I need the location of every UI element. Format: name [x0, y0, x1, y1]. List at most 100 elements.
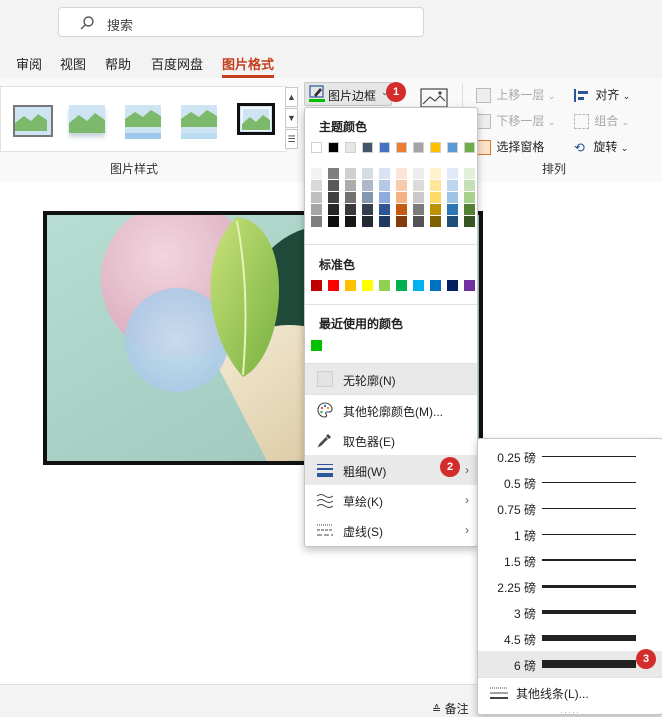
standard-color-swatch[interactable]	[311, 280, 322, 291]
theme-shade-swatch[interactable]	[413, 168, 424, 179]
send-backward-button[interactable]: 下移一层 ⌄	[476, 112, 555, 130]
theme-shade-swatch[interactable]	[447, 204, 458, 215]
weight-option[interactable]: 6 磅	[478, 651, 662, 677]
theme-shade-swatch[interactable]	[311, 216, 322, 227]
theme-shade-swatch[interactable]	[379, 180, 390, 191]
theme-shade-swatch[interactable]	[328, 168, 339, 179]
standard-color-swatch[interactable]	[464, 280, 475, 291]
theme-shade-swatch[interactable]	[430, 204, 441, 215]
theme-shade-swatch[interactable]	[430, 216, 441, 227]
theme-shade-swatch[interactable]	[362, 192, 373, 203]
weight-option[interactable]: 1 磅	[478, 521, 662, 547]
theme-shade-swatch[interactable]	[328, 192, 339, 203]
standard-color-swatch[interactable]	[413, 280, 424, 291]
theme-color-swatch[interactable]	[430, 142, 441, 153]
theme-shade-swatch[interactable]	[464, 204, 475, 215]
tab-picture-format[interactable]: 图片格式	[222, 54, 275, 78]
style-thumb[interactable]	[13, 105, 53, 137]
theme-shade-swatch[interactable]	[430, 192, 441, 203]
theme-shade-swatch[interactable]	[379, 168, 390, 179]
standard-color-swatch[interactable]	[447, 280, 458, 291]
theme-color-swatch[interactable]	[362, 142, 373, 153]
theme-shade-swatch[interactable]	[396, 168, 407, 179]
theme-color-swatch[interactable]	[345, 142, 356, 153]
style-thumb[interactable]	[125, 105, 161, 139]
theme-shade-swatch[interactable]	[396, 180, 407, 191]
search-box[interactable]: 搜索	[58, 7, 424, 37]
align-button[interactable]: 对齐 ⌄	[574, 86, 630, 103]
tab-baidu-netdisk[interactable]: 百度网盘	[151, 54, 203, 73]
theme-shade-swatch[interactable]	[379, 204, 390, 215]
theme-shade-swatch[interactable]	[413, 204, 424, 215]
theme-shade-swatch[interactable]	[464, 216, 475, 227]
theme-shade-swatch[interactable]	[345, 192, 356, 203]
standard-color-swatch[interactable]	[379, 280, 390, 291]
tab-review[interactable]: 审阅	[16, 54, 42, 73]
standard-color-swatch[interactable]	[328, 280, 339, 291]
theme-shade-swatch[interactable]	[311, 168, 322, 179]
theme-shade-swatch[interactable]	[362, 168, 373, 179]
tab-help[interactable]: 帮助	[105, 54, 131, 73]
theme-shade-swatch[interactable]	[430, 180, 441, 191]
theme-shade-swatch[interactable]	[396, 192, 407, 203]
selection-pane-button[interactable]: 选择窗格	[476, 138, 544, 156]
weight-option[interactable]: 0.75 磅	[478, 495, 662, 521]
tab-view[interactable]: 视图	[60, 54, 86, 73]
weight-option[interactable]: 3 磅	[478, 599, 662, 625]
menu-item-sketch[interactable]: 草绘(K) ›	[305, 485, 477, 515]
theme-color-swatch[interactable]	[413, 142, 424, 153]
theme-shade-swatch[interactable]	[447, 216, 458, 227]
theme-shade-swatch[interactable]	[345, 180, 356, 191]
theme-shade-swatch[interactable]	[345, 168, 356, 179]
weight-option[interactable]: 2.25 磅	[478, 573, 662, 599]
menu-item-eyedropper[interactable]: 取色器(E)	[305, 425, 477, 455]
theme-shade-swatch[interactable]	[379, 216, 390, 227]
standard-color-swatch[interactable]	[362, 280, 373, 291]
bring-forward-button[interactable]: 上移一层 ⌄	[476, 86, 555, 104]
theme-shade-swatch[interactable]	[328, 216, 339, 227]
theme-shade-swatch[interactable]	[396, 204, 407, 215]
theme-color-swatch[interactable]	[311, 142, 322, 153]
theme-shade-swatch[interactable]	[430, 168, 441, 179]
theme-shade-swatch[interactable]	[413, 216, 424, 227]
theme-shade-swatch[interactable]	[413, 180, 424, 191]
menu-item-dash[interactable]: 虚线(S) ›	[305, 515, 477, 545]
theme-shade-swatch[interactable]	[464, 168, 475, 179]
weight-option[interactable]: 1.5 磅	[478, 547, 662, 573]
theme-color-swatch[interactable]	[328, 142, 339, 153]
theme-shade-swatch[interactable]	[328, 204, 339, 215]
style-thumb[interactable]	[181, 105, 217, 139]
theme-shade-swatch[interactable]	[447, 192, 458, 203]
theme-color-swatch[interactable]	[379, 142, 390, 153]
theme-color-swatch[interactable]	[396, 142, 407, 153]
theme-shade-swatch[interactable]	[311, 192, 322, 203]
recent-color-swatch[interactable]	[311, 340, 322, 351]
style-thumb-selected[interactable]	[237, 103, 275, 135]
rotate-button[interactable]: ⟲ 旋转 ⌄	[574, 138, 628, 155]
theme-shade-swatch[interactable]	[464, 180, 475, 191]
theme-shade-swatch[interactable]	[362, 180, 373, 191]
gallery-more-button[interactable]: ☰	[285, 129, 298, 149]
theme-shade-swatch[interactable]	[379, 192, 390, 203]
theme-shade-swatch[interactable]	[345, 204, 356, 215]
theme-shade-swatch[interactable]	[396, 216, 407, 227]
style-thumb[interactable]	[69, 105, 105, 133]
theme-shade-swatch[interactable]	[311, 180, 322, 191]
weight-option[interactable]: 4.5 磅	[478, 625, 662, 651]
theme-shade-swatch[interactable]	[362, 204, 373, 215]
standard-color-swatch[interactable]	[430, 280, 441, 291]
picture-border-button[interactable]: 图片边框 ⌄	[304, 82, 392, 106]
weight-option[interactable]: 0.5 磅	[478, 469, 662, 495]
theme-color-swatch[interactable]	[447, 142, 458, 153]
theme-shade-swatch[interactable]	[328, 180, 339, 191]
theme-shade-swatch[interactable]	[311, 204, 322, 215]
standard-color-swatch[interactable]	[396, 280, 407, 291]
standard-color-swatch[interactable]	[345, 280, 356, 291]
group-button[interactable]: 组合 ⌄	[574, 112, 629, 130]
gallery-up-button[interactable]: ▲	[285, 87, 298, 107]
theme-shade-swatch[interactable]	[345, 216, 356, 227]
menu-item-no-outline[interactable]: 无轮廓(N)	[305, 364, 477, 394]
weight-option[interactable]: 0.25 磅	[478, 443, 662, 469]
theme-shade-swatch[interactable]	[413, 192, 424, 203]
menu-item-more-lines[interactable]: 其他线条(L)...	[478, 679, 662, 707]
